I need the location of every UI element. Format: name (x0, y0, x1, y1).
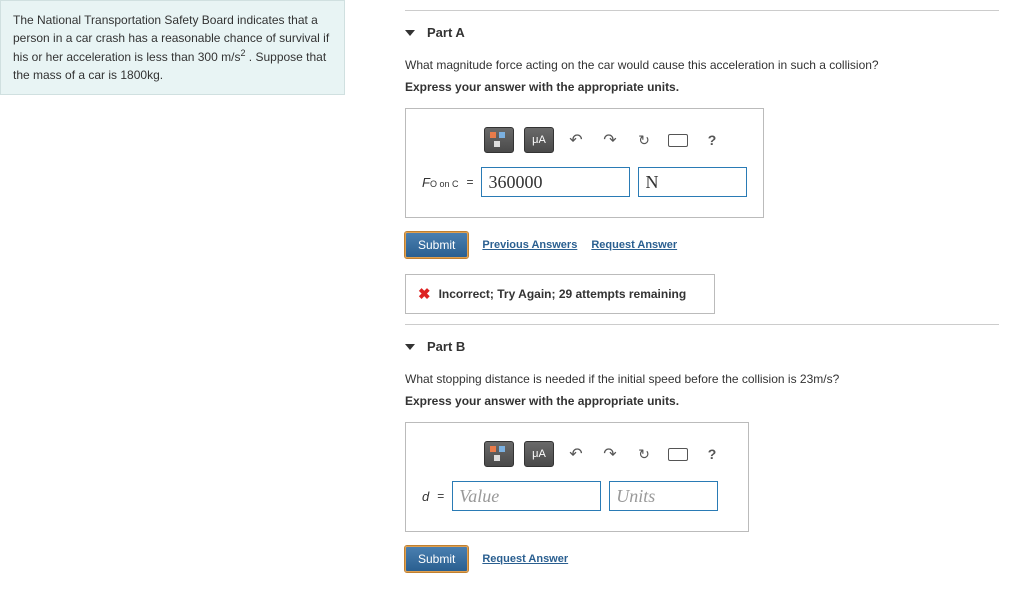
equals-sign: = (466, 175, 473, 189)
answer-panel: Part A What magnitude force acting on th… (345, 0, 1024, 592)
part-b-section: Part B What stopping distance is needed … (405, 324, 999, 572)
undo-icon[interactable]: ↶ (564, 443, 588, 465)
keyboard-icon[interactable] (666, 129, 690, 151)
previous-answers-link[interactable]: Previous Answers (482, 239, 577, 251)
units-button[interactable]: μA (524, 127, 554, 153)
part-b-instruction: Express your answer with the appropriate… (405, 394, 999, 408)
problem-statement: The National Transportation Safety Board… (0, 0, 345, 95)
part-b-question: What stopping distance is needed if the … (405, 372, 999, 386)
part-b-units-input[interactable]: Units (609, 481, 718, 511)
part-b-value-input[interactable]: Value (452, 481, 601, 511)
part-a-section: Part A What magnitude force acting on th… (405, 10, 999, 314)
part-a-submit-button[interactable]: Submit (405, 232, 468, 258)
part-b-answer-box: μA ↶ ↷ ↻ ? d = Value Units (405, 422, 749, 532)
keyboard-icon[interactable] (666, 443, 690, 465)
part-a-toolbar: μA ↶ ↷ ↻ ? (422, 127, 747, 153)
caret-down-icon (405, 30, 415, 36)
templates-button[interactable] (484, 127, 514, 153)
part-a-request-answer-link[interactable]: Request Answer (591, 239, 677, 251)
equals-sign: = (437, 489, 444, 503)
part-a-question: What magnitude force acting on the car w… (405, 58, 999, 72)
part-b-toolbar: μA ↶ ↷ ↻ ? (422, 441, 732, 467)
incorrect-icon: ✖ (418, 285, 431, 303)
part-b-actions: Submit Request Answer (405, 546, 999, 572)
part-a-value-input[interactable] (481, 167, 630, 197)
part-a-feedback: ✖ Incorrect; Try Again; 29 attempts rema… (405, 274, 715, 314)
caret-down-icon (405, 344, 415, 350)
part-a-header[interactable]: Part A (405, 25, 999, 40)
part-a-answer-box: μA ↶ ↷ ↻ ? FO on C = N (405, 108, 764, 218)
problem-panel: The National Transportation Safety Board… (0, 0, 345, 592)
templates-button[interactable] (484, 441, 514, 467)
part-a-actions: Submit Previous Answers Request Answer (405, 232, 999, 258)
part-b-header[interactable]: Part B (405, 339, 999, 354)
part-a-instruction: Express your answer with the appropriate… (405, 80, 999, 94)
redo-icon[interactable]: ↷ (598, 129, 622, 151)
part-b-submit-button[interactable]: Submit (405, 546, 468, 572)
part-a-input-row: FO on C = N (422, 167, 747, 197)
feedback-text: Incorrect; Try Again; 29 attempts remain… (439, 287, 687, 301)
part-b-title: Part B (427, 339, 465, 354)
help-icon[interactable]: ? (700, 129, 724, 151)
part-a-title: Part A (427, 25, 465, 40)
part-a-units-input[interactable]: N (638, 167, 747, 197)
help-icon[interactable]: ? (700, 443, 724, 465)
part-b-variable: d (422, 489, 429, 504)
reset-icon[interactable]: ↻ (632, 443, 656, 465)
units-button[interactable]: μA (524, 441, 554, 467)
undo-icon[interactable]: ↶ (564, 129, 588, 151)
redo-icon[interactable]: ↷ (598, 443, 622, 465)
reset-icon[interactable]: ↻ (632, 129, 656, 151)
part-b-input-row: d = Value Units (422, 481, 732, 511)
part-b-request-answer-link[interactable]: Request Answer (482, 553, 568, 565)
part-a-variable: FO on C (422, 175, 458, 190)
